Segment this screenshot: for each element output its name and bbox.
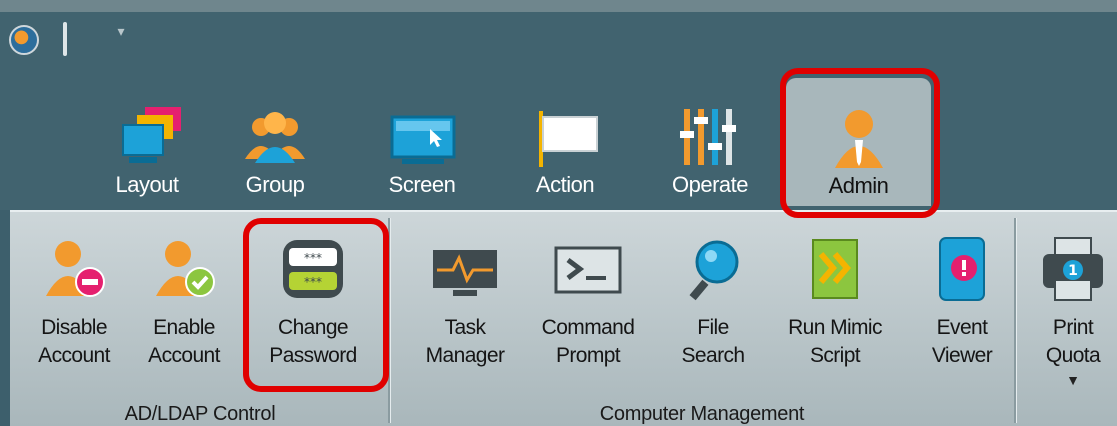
customize-toolbar-dropdown-icon[interactable]: ▾	[115, 24, 127, 44]
command-prompt-button[interactable]: Command Prompt	[532, 212, 644, 392]
group-computer-management: Task Manager Command Prompt File Search	[392, 212, 1012, 426]
change-password-icon: *** ***	[283, 240, 343, 298]
task-manager-button[interactable]: Task Manager	[420, 212, 510, 392]
button-label-line2: Password	[269, 344, 357, 367]
admin-icon	[834, 110, 883, 168]
enable-account-icon	[156, 241, 215, 297]
run-mimic-script-icon	[812, 239, 858, 299]
tab-action[interactable]: Action	[515, 70, 615, 210]
tab-layout[interactable]: Layout	[92, 70, 202, 210]
tab-label: Group	[245, 172, 305, 197]
command-prompt-icon	[554, 246, 622, 294]
button-label-line1: Event	[936, 316, 988, 339]
print-quota-badge: 1	[1068, 263, 1078, 279]
quick-access-toolbar	[0, 12, 1117, 70]
change-password-button[interactable]: *** *** Change Password	[258, 212, 368, 392]
tab-operate[interactable]: Operate	[650, 70, 770, 210]
button-label-line2: Script	[809, 344, 861, 367]
window-top-strip	[0, 0, 1117, 12]
button-label-line1: Run Mimic	[788, 316, 882, 339]
app-menu-icon[interactable]	[9, 25, 39, 55]
group-ad-ldap-control: Disable Account Enable Account *** *** C…	[10, 212, 390, 426]
enable-account-button[interactable]: Enable Account	[140, 212, 228, 392]
group-separator	[1014, 218, 1016, 423]
run-mimic-script-button[interactable]: Run Mimic Script	[780, 212, 890, 392]
tab-group[interactable]: Group	[230, 70, 320, 210]
button-label-line2: Search	[681, 344, 746, 367]
button-label-line1: Enable	[153, 316, 215, 339]
event-viewer-icon	[939, 237, 985, 301]
tab-screen[interactable]: Screen	[372, 70, 472, 210]
svg-text:***: ***	[304, 275, 322, 289]
toolbar-separator	[63, 22, 67, 56]
button-label-line2: Manager	[425, 344, 505, 367]
tab-label: Operate	[672, 172, 749, 197]
screen-icon	[390, 115, 456, 164]
svg-text:***: ***	[304, 251, 322, 265]
button-label-line1: Command	[541, 316, 635, 339]
button-label-line1: Disable	[41, 316, 107, 339]
tab-label: Screen	[388, 172, 456, 197]
button-label-line1: Print	[1052, 316, 1094, 339]
button-label-line1: File	[697, 316, 729, 339]
button-label-line2: Viewer	[931, 344, 993, 367]
printer-icon: 1	[1043, 237, 1103, 301]
button-label-line2: Quota	[1045, 344, 1101, 367]
button-label-line2: Account	[38, 344, 110, 367]
operate-icon	[680, 109, 736, 165]
tab-admin[interactable]: Admin	[786, 78, 931, 206]
ribbon-panel: Disable Account Enable Account *** *** C…	[10, 210, 1117, 426]
chevron-down-icon[interactable]: ▼	[1038, 372, 1108, 388]
button-label-line2: Account	[148, 344, 220, 367]
tab-label: Admin	[828, 173, 889, 198]
layout-icon	[122, 107, 181, 163]
file-search-icon	[689, 240, 739, 301]
tab-label: Layout	[115, 172, 179, 197]
print-quota-button[interactable]: 1 Print Quota ▼	[1038, 212, 1108, 392]
button-label-line2: Prompt	[555, 344, 621, 367]
group-separator	[388, 218, 390, 423]
button-label-line1: Change	[278, 316, 349, 339]
group-print: 1 Print Quota ▼	[1018, 212, 1117, 426]
group-icon	[245, 112, 305, 163]
file-search-button[interactable]: File Search	[678, 212, 748, 392]
button-label-line1: Task	[444, 316, 486, 339]
event-viewer-button[interactable]: Event Viewer	[922, 212, 1002, 392]
task-manager-icon	[433, 250, 497, 296]
group-label: AD/LDAP Control	[124, 403, 276, 425]
action-icon	[539, 111, 598, 167]
tab-label: Action	[535, 172, 595, 197]
disable-account-icon	[46, 241, 105, 297]
ribbon-tabs: Layout Group Screen Action Operate Admin	[0, 70, 1117, 210]
disable-account-button[interactable]: Disable Account	[32, 212, 116, 392]
group-label: Computer Management	[599, 403, 805, 425]
